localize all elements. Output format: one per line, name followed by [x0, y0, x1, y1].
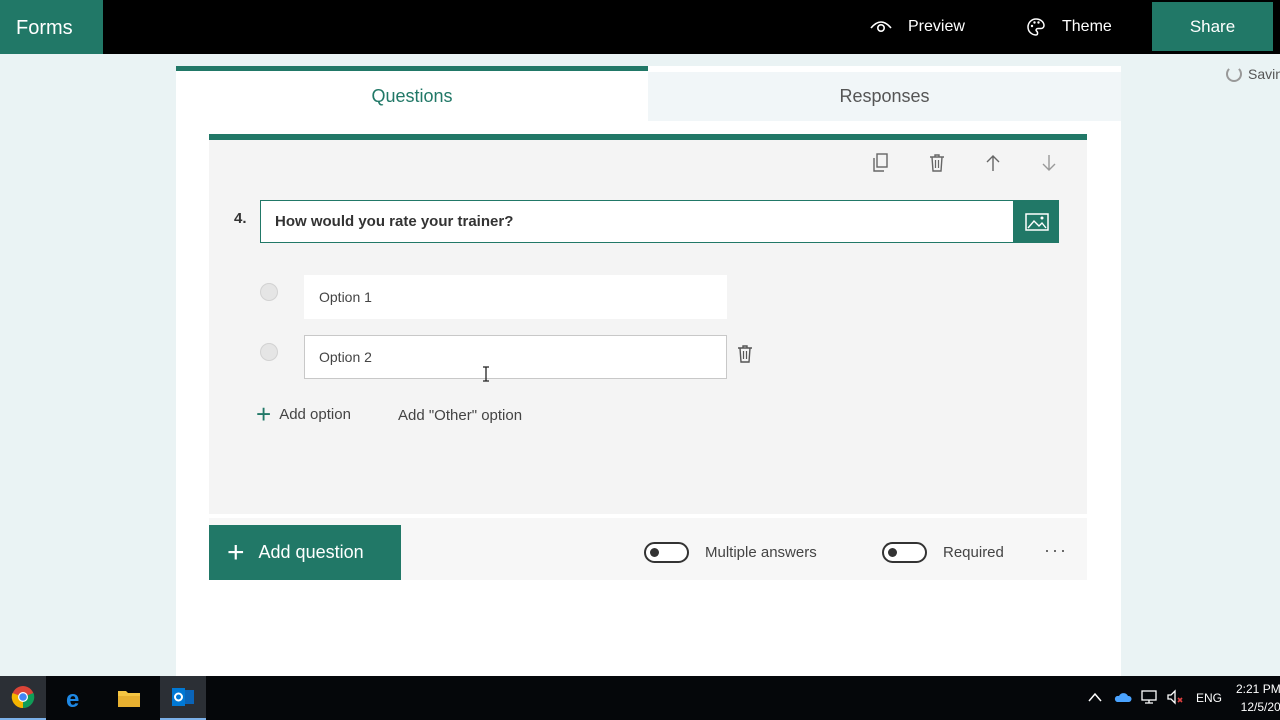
insert-image-button[interactable] — [1014, 200, 1059, 243]
question-number: 4. — [234, 210, 247, 227]
network-icon[interactable] — [1140, 689, 1158, 708]
form-panel: Questions Responses 4. How would you rat… — [176, 66, 1121, 676]
tab-responses[interactable]: Responses — [648, 72, 1121, 121]
option-1-radio — [260, 283, 278, 301]
option-1-input[interactable]: Option 1 — [304, 275, 727, 319]
saving-status: Savin — [1226, 66, 1280, 82]
preview-label: Preview — [908, 18, 965, 35]
theme-button[interactable]: Theme — [1026, 0, 1112, 54]
tab-questions[interactable]: Questions — [176, 66, 648, 121]
clock-time: 2:21 PM — [1236, 682, 1280, 696]
add-other-option-button[interactable]: Add "Other" option — [398, 407, 522, 424]
outlook-app[interactable] — [160, 676, 206, 720]
option-2-input[interactable]: Option 2 — [304, 335, 727, 379]
top-bar: Forms Preview Theme Share — [0, 0, 1280, 54]
trash-icon[interactable] — [927, 152, 947, 174]
question-card: 4. How would you rate your trainer? Opti… — [209, 134, 1087, 514]
required-label: Required — [943, 544, 1004, 561]
onedrive-icon[interactable] — [1114, 691, 1132, 706]
plus-icon: + — [256, 399, 272, 429]
chrome-icon — [11, 686, 35, 709]
multiple-answers-label: Multiple answers — [705, 544, 817, 561]
palette-icon — [1027, 18, 1045, 36]
share-button[interactable]: Share — [1152, 2, 1273, 51]
plus-icon: + — [227, 535, 245, 569]
move-up-icon[interactable] — [983, 152, 1003, 174]
image-icon — [1024, 212, 1049, 231]
text-cursor-icon — [483, 366, 489, 382]
question-title-input[interactable]: How would you rate your trainer? — [260, 200, 1014, 243]
volume-muted-icon[interactable] — [1166, 688, 1184, 708]
theme-label: Theme — [1062, 18, 1112, 35]
system-tray: ENG — [1088, 676, 1222, 720]
taskbar: e ENG 2:21 PM 12/5/20 — [0, 676, 1280, 720]
chrome-app[interactable] — [0, 676, 46, 720]
spinner-icon — [1226, 66, 1242, 82]
saving-label: Savin — [1248, 66, 1280, 82]
multiple-answers-toggle[interactable] — [644, 542, 689, 563]
delete-option-icon[interactable] — [737, 344, 753, 364]
folder-icon — [118, 691, 140, 707]
copy-icon[interactable] — [871, 152, 891, 174]
edge-app[interactable]: e — [52, 676, 98, 720]
add-option-label: Add option — [279, 405, 351, 423]
move-down-icon[interactable] — [1039, 152, 1059, 174]
edge-icon: e — [66, 686, 79, 710]
required-toggle[interactable] — [882, 542, 927, 563]
clock[interactable]: 2:21 PM 12/5/20 — [1236, 680, 1280, 716]
language-indicator[interactable]: ENG — [1196, 691, 1222, 705]
add-question-button[interactable]: + Add question — [209, 525, 401, 580]
add-question-label: Add question — [258, 542, 364, 562]
more-options-button[interactable]: ··· — [1044, 540, 1068, 561]
chevron-up-icon[interactable] — [1088, 691, 1102, 705]
outlook-icon — [172, 688, 194, 706]
preview-button[interactable]: Preview — [870, 0, 965, 54]
svg-text:e: e — [66, 686, 79, 710]
app-name[interactable]: Forms — [0, 0, 103, 54]
file-explorer-app[interactable] — [106, 676, 152, 720]
eye-icon — [870, 21, 892, 33]
option-2-radio — [260, 343, 278, 361]
add-option-button[interactable]: + Add option — [256, 399, 351, 429]
question-toolbar — [871, 152, 1059, 174]
clock-date: 12/5/20 — [1240, 700, 1280, 714]
